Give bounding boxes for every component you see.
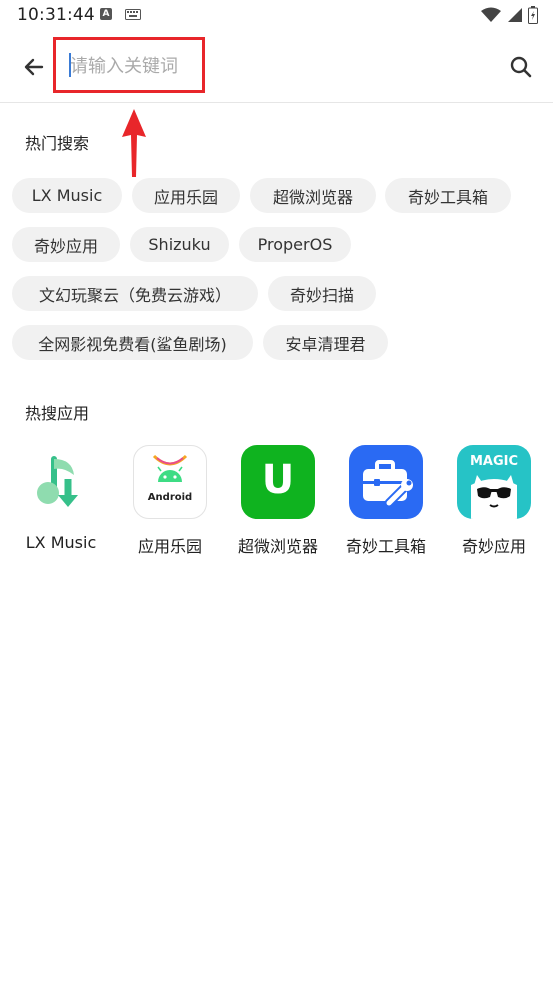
wifi-icon <box>481 7 501 22</box>
search-icon <box>510 56 532 78</box>
toolbox-icon <box>349 445 423 519</box>
app-label: 应用乐园 <box>137 537 202 556</box>
arrow-left-icon <box>24 58 44 76</box>
notification-a-icon: A <box>100 8 112 20</box>
keyboard-icon <box>125 9 141 20</box>
hot-search-chip[interactable]: 奇妙工具箱 <box>385 178 511 213</box>
hot-search-chip[interactable]: 文幻玩聚云（免费云游戏） <box>12 276 258 311</box>
app-label: 奇妙应用 <box>461 537 526 556</box>
u-browser-icon: U <box>241 445 315 519</box>
hot-apps-title: 热搜应用 <box>25 404 90 423</box>
app-item-toolbox[interactable]: 奇妙工具箱 <box>338 445 434 557</box>
android-wordmark: Android <box>147 492 193 503</box>
magic-app-icon: MAGIC <box>457 445 531 519</box>
app-label: 奇妙工具箱 <box>345 537 426 556</box>
lx-music-icon <box>24 445 98 519</box>
u-browser-letter: U <box>261 457 295 503</box>
hot-search-chip[interactable]: Shizuku <box>130 227 229 262</box>
hot-search-chip[interactable]: 全网影视免费看(鲨鱼剧场) <box>12 325 253 360</box>
hot-search-chip[interactable]: 安卓清理君 <box>263 325 388 360</box>
battery-icon <box>528 6 538 24</box>
text-caret <box>69 53 71 77</box>
android-icon: Android <box>133 445 207 519</box>
search-highlight-box <box>53 37 205 93</box>
app-item-u-browser[interactable]: U 超微浏览器 <box>230 445 326 557</box>
hot-search-chip[interactable]: ProperOS <box>239 227 351 262</box>
search-toolbar <box>0 32 553 103</box>
hot-search-chip[interactable]: LX Music <box>12 178 122 213</box>
signal-icon <box>508 8 522 22</box>
app-item-magic-app[interactable]: MAGIC 奇妙应用 <box>446 445 542 557</box>
status-bar: 10:31:44 A <box>0 0 553 32</box>
search-button[interactable] <box>503 49 539 85</box>
app-item-lx-music[interactable]: LX Music <box>13 445 109 552</box>
app-item-app-paradise[interactable]: Android 应用乐园 <box>122 445 218 557</box>
annotation-arrow-icon <box>122 109 146 177</box>
back-button[interactable] <box>14 49 54 85</box>
app-label: LX Music <box>25 533 97 552</box>
hot-search-chip[interactable]: 超微浏览器 <box>250 178 376 213</box>
hot-search-chip[interactable]: 奇妙应用 <box>12 227 120 262</box>
search-input[interactable] <box>70 52 200 80</box>
app-label: 超微浏览器 <box>237 537 318 556</box>
hot-search-chip[interactable]: 奇妙扫描 <box>268 276 376 311</box>
hot-search-title: 热门搜索 <box>25 134 90 153</box>
hot-search-chip[interactable]: 应用乐园 <box>132 178 240 213</box>
status-time: 10:31:44 <box>17 5 95 25</box>
